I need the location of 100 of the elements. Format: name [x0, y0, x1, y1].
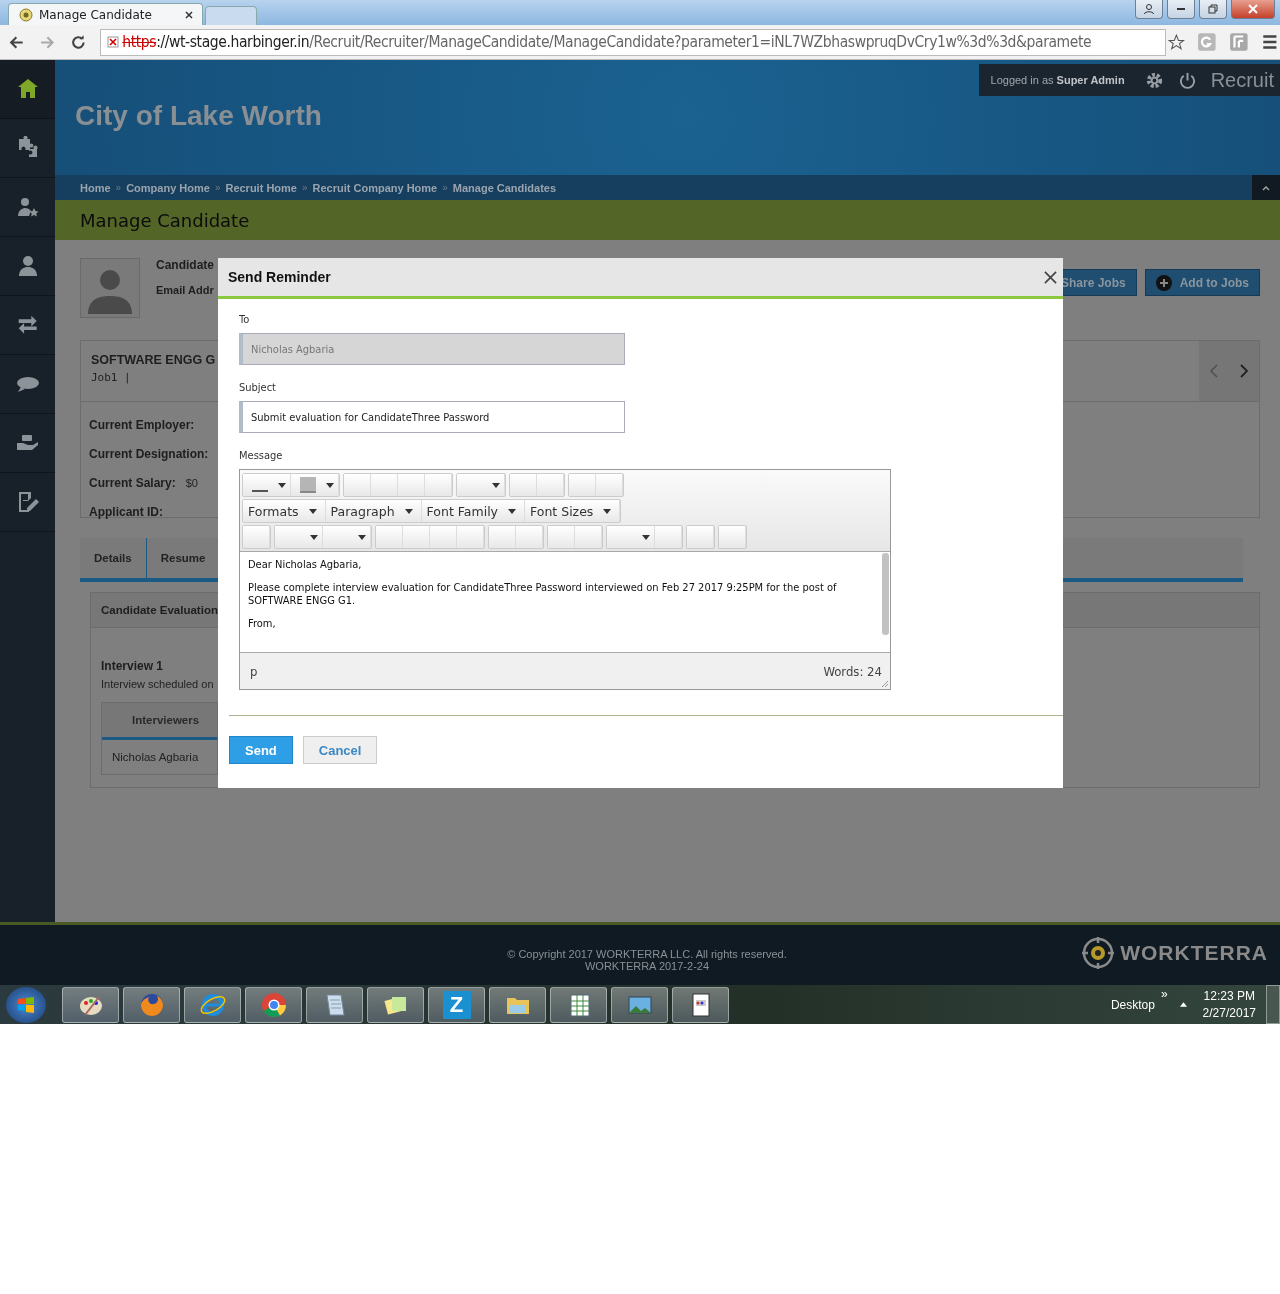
- close-icon[interactable]: [184, 9, 194, 20]
- format-menu-button[interactable]: Paragraph: [325, 500, 422, 522]
- breadcrumb-link[interactable]: Recruit Company Home: [312, 181, 438, 194]
- restore-icon: [1207, 3, 1219, 15]
- taskbar-app[interactable]: [672, 986, 729, 1023]
- show-desktop-button[interactable]: [1266, 985, 1280, 1024]
- clock[interactable]: 12:23 PM 2/27/2017: [1202, 989, 1256, 1020]
- column-header: Interviewers: [102, 703, 217, 740]
- field-label: Message: [239, 449, 284, 462]
- panel-title: Candidate Evaluation: [101, 604, 218, 616]
- taskbar-app[interactable]: [245, 986, 302, 1023]
- collapse-button[interactable]: [1252, 175, 1280, 200]
- breadcrumb-link[interactable]: Recruit Home: [225, 181, 297, 194]
- caret-icon: [603, 508, 612, 514]
- logo-wordmark: WORKTERRA: [1120, 941, 1268, 965]
- taskbar-app[interactable]: [184, 986, 241, 1023]
- dropdown-button[interactable]: [457, 474, 505, 496]
- taskbar-app[interactable]: [550, 986, 607, 1023]
- settings-icon[interactable]: [1144, 70, 1164, 90]
- tray-expand-icon[interactable]: [1179, 1002, 1187, 1007]
- field-label: Applicant ID:: [89, 504, 163, 519]
- page-title: Manage Candidate: [80, 209, 250, 231]
- browser-tab[interactable]: Manage Candidate: [8, 3, 203, 25]
- breadcrumb-link[interactable]: Company Home: [126, 181, 210, 194]
- user-button[interactable]: [1135, 0, 1163, 19]
- address-field[interactable]: https://wt-stage.harbinger.in/Recruit/Recruiter/ManageCandidate/ManageCandidate?parameter1=iNL7WZbhaswpruqDvCry1w%3d%3d&paramete: [100, 28, 1167, 56]
- crosshair-logo-icon: [1082, 937, 1115, 969]
- message-paragraph: Dear Nicholas Agbaria,: [248, 558, 363, 571]
- field-label: Current Salary:: [89, 475, 176, 490]
- user-star-icon: [15, 195, 40, 219]
- breadcrumb-separator: »: [214, 182, 221, 193]
- interview-note: Interview scheduled on: [101, 678, 211, 690]
- action-button[interactable]: Add to Jobs: [1144, 269, 1260, 296]
- format-menu-button[interactable]: Font Sizes: [525, 500, 621, 522]
- copyright-text: © Copyright 2017 WORKTERRA LLC. All rights reserved.: [507, 948, 787, 960]
- chrome-icon: [259, 990, 288, 1019]
- breadcrumb-separator: »: [442, 182, 448, 193]
- desktop-toolbar-label[interactable]: Desktop: [1110, 997, 1155, 1012]
- taskbar-app[interactable]: [367, 986, 424, 1023]
- field-label: Current Employer:: [89, 417, 195, 432]
- text-color-button[interactable]: [243, 474, 291, 496]
- taskbar-app[interactable]: Z: [428, 986, 485, 1023]
- next-icon[interactable]: [1238, 363, 1250, 379]
- interview-title: Interview 1: [101, 659, 164, 673]
- taskbar-app[interactable]: [306, 986, 363, 1023]
- taskbar-app[interactable]: [123, 986, 180, 1023]
- message-paragraph: Please complete interview evaluation for CandidateThree Password interviewed on Feb 27 2017 9:25PM for the post of SOFTWARE ENGG G1.: [248, 581, 838, 607]
- caret-icon: [308, 508, 317, 514]
- user-icon: [1143, 3, 1155, 15]
- field-label: Current Designation:: [89, 446, 209, 461]
- color-swatch-icon: [300, 477, 316, 493]
- extension-icon[interactable]: [1228, 32, 1249, 52]
- caret-icon: [358, 534, 366, 540]
- insecure-icon[interactable]: [106, 35, 121, 49]
- breadcrumb-separator: »: [301, 182, 308, 193]
- caret-icon: [278, 482, 286, 488]
- resize-grip-icon[interactable]: [881, 680, 889, 688]
- toolbar-overflow-chevron[interactable]: »: [1160, 987, 1168, 1001]
- taskbar-app[interactable]: [489, 986, 546, 1023]
- caret-icon: [404, 508, 413, 514]
- bookmark-star-icon[interactable]: [1168, 33, 1185, 51]
- underline-icon: [252, 490, 268, 492]
- favicon-icon: [19, 7, 33, 22]
- field-label: Subject: [239, 381, 277, 394]
- caret-icon: [326, 482, 334, 488]
- format-menu-button[interactable]: Formats: [243, 500, 326, 522]
- scrollbar-thumb[interactable]: [882, 553, 889, 635]
- subject-field[interactable]: Submit evaluation for CandidateThree Password: [239, 401, 625, 433]
- start-button[interactable]: [6, 986, 46, 1023]
- send-button[interactable]: Send: [229, 736, 293, 764]
- restore-button[interactable]: [1199, 0, 1227, 19]
- field-value: $0: [185, 476, 198, 489]
- word-count: Words: 24: [823, 663, 882, 679]
- sidebar-item[interactable]: [0, 60, 55, 119]
- taskbar-app[interactable]: [62, 986, 119, 1023]
- table-cell: Nicholas Agbaria: [112, 751, 199, 763]
- detail-tab[interactable]: Details: [80, 538, 147, 578]
- job-title: SOFTWARE ENGG G: [91, 352, 216, 368]
- cancel-button[interactable]: Cancel: [302, 736, 378, 764]
- minimize-button[interactable]: [1167, 0, 1195, 19]
- close-icon[interactable]: [1044, 270, 1057, 284]
- reload-icon[interactable]: [69, 33, 87, 51]
- breadcrumb-link[interactable]: Manage Candidates: [452, 181, 557, 194]
- avatar-silhouette: [80, 258, 140, 318]
- dropdown-button[interactable]: [323, 526, 371, 548]
- job-code: Job1 |: [91, 371, 132, 384]
- dialog-title: Send Reminder: [228, 269, 331, 285]
- minimize-icon: [1177, 8, 1185, 10]
- field-label: To: [239, 313, 251, 326]
- taskbar-app[interactable]: [611, 986, 668, 1023]
- breadcrumb-link[interactable]: Home: [80, 181, 111, 194]
- format-menu-button[interactable]: Font Family: [421, 500, 525, 522]
- caret-icon: [492, 482, 500, 488]
- power-icon[interactable]: [1177, 70, 1197, 90]
- close-button[interactable]: [1231, 0, 1275, 19]
- extension-icon[interactable]: [1196, 32, 1217, 52]
- windows-logo-icon: [16, 994, 36, 1015]
- dropdown-button[interactable]: [275, 526, 323, 548]
- dropdown-button[interactable]: [607, 526, 655, 548]
- plus-icon: [1155, 274, 1172, 291]
